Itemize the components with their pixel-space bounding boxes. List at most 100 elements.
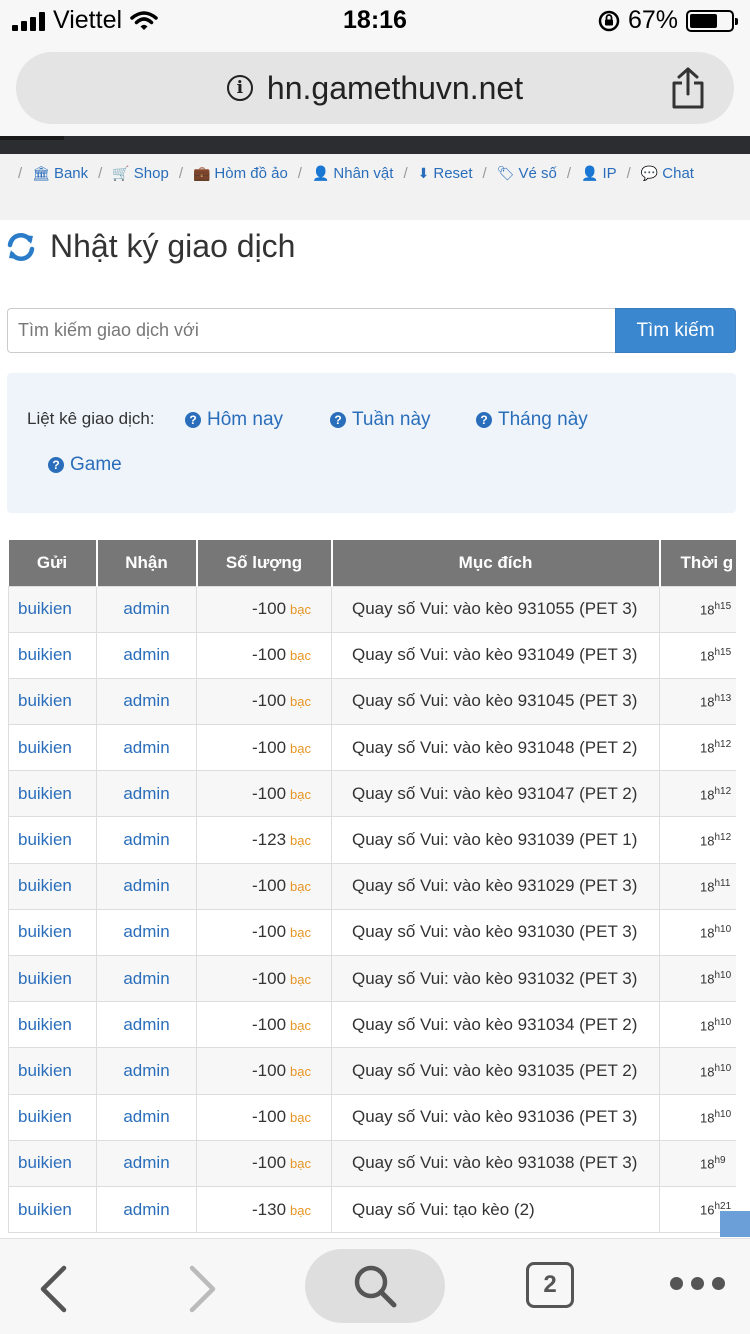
cell-from[interactable]: buikien xyxy=(8,677,97,726)
header-from[interactable]: Gửi xyxy=(8,540,98,586)
cell-time: 18h9 xyxy=(659,1139,736,1187)
forward-icon[interactable] xyxy=(186,1265,220,1313)
nav-ip[interactable]: 👤 IP xyxy=(581,165,617,182)
info-icon[interactable]: i xyxy=(226,75,253,101)
cell-from[interactable]: buikien xyxy=(8,1185,97,1234)
cell-purpose: Quay số Vui: vào kèo 931055 (PET 3) xyxy=(331,585,660,633)
back-icon[interactable] xyxy=(36,1265,70,1313)
cell-from[interactable]: buikien xyxy=(8,816,97,864)
cell-to[interactable]: admin xyxy=(96,1001,197,1049)
cell-from[interactable]: buikien xyxy=(8,724,97,772)
amount-unit: bạc xyxy=(290,1017,311,1033)
time-minute: 15 xyxy=(720,647,732,659)
cell-to[interactable]: admin xyxy=(96,631,197,679)
cell-from[interactable]: buikien xyxy=(8,1047,97,1095)
filter-this-month[interactable]: ? Tháng này xyxy=(476,409,588,431)
battery-icon xyxy=(686,9,738,32)
transaction-table-container[interactable]: Gửi Nhận Số lượng Mục đích Thời g buikie… xyxy=(8,540,736,1240)
table-row: buikien admin -100 bạc Quay số Vui: vào kèo … xyxy=(8,585,736,633)
cell-amount: -123 bạc xyxy=(196,816,332,864)
nav-nhan-vat[interactable]: 👤 Nhân vật xyxy=(312,165,393,182)
briefcase-icon: 💼 xyxy=(192,164,211,181)
tabs-button[interactable]: 2 xyxy=(526,1262,574,1308)
search-input[interactable] xyxy=(7,308,615,353)
cell-to[interactable]: admin xyxy=(96,677,197,726)
cell-amount: -100 bạc xyxy=(196,677,332,726)
cell-from[interactable]: buikien xyxy=(8,585,97,633)
cell-from[interactable]: buikien xyxy=(8,770,97,818)
browser-chrome: i hn.gamethuvn.net xyxy=(0,42,750,136)
cell-to[interactable]: admin xyxy=(96,862,197,910)
header-time[interactable]: Thời g xyxy=(659,540,736,586)
amount-value: -100 xyxy=(252,645,287,665)
cell-time: 18h12 xyxy=(659,816,736,864)
cell-to[interactable]: admin xyxy=(96,724,197,772)
cell-to[interactable]: admin xyxy=(96,1139,197,1187)
cell-from[interactable]: buikien xyxy=(8,1001,97,1049)
cell-from[interactable]: buikien xyxy=(8,862,97,910)
cell-to[interactable]: admin xyxy=(96,954,197,1003)
amount-unit: bạc xyxy=(290,648,311,664)
time-minute: 10 xyxy=(720,1062,732,1074)
cell-to[interactable]: admin xyxy=(96,1047,197,1095)
cell-from[interactable]: buikien xyxy=(8,1139,97,1187)
share-icon[interactable] xyxy=(668,66,708,110)
table-row: buikien admin -100 bạc Quay số Vui: vào kèo … xyxy=(8,1139,736,1187)
nav-chat[interactable]: 💬 Chat xyxy=(641,165,694,182)
header-purpose[interactable]: Mục đích xyxy=(331,540,661,586)
refresh-icon[interactable] xyxy=(6,232,36,262)
cart-icon: 🛒 xyxy=(112,164,130,181)
filter-game[interactable]: ? Game xyxy=(48,454,122,476)
cell-amount: -100 bạc xyxy=(196,1139,332,1187)
nav-reset[interactable]: ⬇ Reset xyxy=(418,165,473,182)
cell-to[interactable]: admin xyxy=(96,816,197,864)
nav-shop[interactable]: 🛒 Shop xyxy=(112,165,168,182)
page-title: Nhật ký giao dịch xyxy=(50,228,296,264)
cell-from[interactable]: buikien xyxy=(8,1093,97,1141)
search-button-toolbar[interactable] xyxy=(305,1249,445,1323)
filter-panel: Liệt kê giao dịch: ? Hôm nay ? Tuần này … xyxy=(7,373,736,513)
site-nav: / 🏛 Bank / 🛒 Shop / 💼 Hòm đồ ảo / 👤 Nhân… xyxy=(0,154,750,192)
cell-purpose: Quay số Vui: vào kèo 931035 (PET 2) xyxy=(331,1047,660,1095)
time-hour: 16 xyxy=(700,1202,715,1218)
amount-unit: bạc xyxy=(290,1063,311,1079)
table-row: buikien admin -100 bạc Quay số Vui: vào kèo … xyxy=(8,1047,736,1095)
question-icon: ? xyxy=(48,457,64,473)
time-minute: 11 xyxy=(720,878,731,890)
filter-today[interactable]: ? Hôm nay xyxy=(185,409,283,431)
header-amount[interactable]: Số lượng xyxy=(196,540,333,586)
nav-hom-do-ao[interactable]: 💼 Hòm đồ ảo xyxy=(193,165,288,182)
cell-to[interactable]: admin xyxy=(96,908,197,957)
cell-to[interactable]: admin xyxy=(96,1185,197,1234)
search-button[interactable]: Tìm kiếm xyxy=(615,308,736,353)
cell-from[interactable]: buikien xyxy=(8,908,97,957)
ticket-icon: 🏷 xyxy=(496,164,515,181)
url-text[interactable]: hn.gamethuvn.net xyxy=(267,70,523,107)
cell-amount: -100 bạc xyxy=(196,585,332,633)
cell-purpose: Quay số Vui: vào kèo 931030 (PET 3) xyxy=(331,908,660,957)
time-minute: 12 xyxy=(720,785,732,797)
amount-value: -100 xyxy=(252,1153,287,1173)
cell-to[interactable]: admin xyxy=(96,585,197,633)
table-row: buikien admin -100 bạc Quay số Vui: vào kèo … xyxy=(8,862,736,910)
nav-spacer xyxy=(0,192,750,220)
filter-this-week[interactable]: ? Tuần này xyxy=(330,409,431,431)
cell-to[interactable]: admin xyxy=(96,1093,197,1141)
cell-to[interactable]: admin xyxy=(96,770,197,818)
cell-amount: -130 bạc xyxy=(196,1185,332,1234)
nav-bank[interactable]: 🏛 Bank xyxy=(32,165,88,182)
time-hour: 18 xyxy=(700,602,715,618)
amount-unit: bạc xyxy=(290,879,311,895)
amount-unit: bạc xyxy=(290,971,311,987)
cell-amount: -100 bạc xyxy=(196,954,332,1003)
more-icon[interactable] xyxy=(670,1277,725,1290)
cell-amount: -100 bạc xyxy=(196,631,332,679)
page-header: Nhật ký giao dịch xyxy=(6,228,295,265)
cell-from[interactable]: buikien xyxy=(8,631,97,679)
address-bar[interactable]: i hn.gamethuvn.net xyxy=(16,52,734,124)
scroll-to-top-button[interactable] xyxy=(720,1211,750,1237)
cell-from[interactable]: buikien xyxy=(8,954,97,1003)
header-to[interactable]: Nhận xyxy=(96,540,198,586)
nav-ve-so[interactable]: 🏷 Vé số xyxy=(497,165,557,182)
cell-purpose: Quay số Vui: vào kèo 931029 (PET 3) xyxy=(331,862,660,910)
